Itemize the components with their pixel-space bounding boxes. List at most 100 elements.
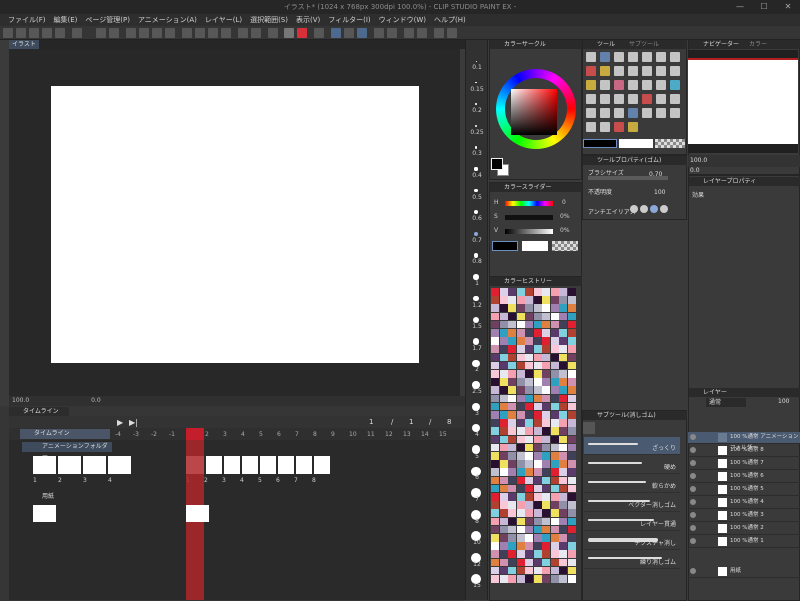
history-swatch[interactable] (567, 435, 576, 444)
history-swatch[interactable] (499, 575, 508, 583)
history-swatch[interactable] (567, 378, 576, 386)
history-swatch[interactable] (533, 304, 542, 313)
opacity-value[interactable]: 100 (654, 189, 665, 196)
color-settings-icon[interactable] (268, 28, 278, 38)
canvas-tab[interactable]: イラスト (9, 40, 39, 49)
history-swatch[interactable] (567, 501, 576, 509)
history-swatch[interactable] (516, 566, 525, 575)
history-swatch[interactable] (559, 378, 567, 386)
history-swatch[interactable] (516, 460, 525, 468)
history-swatch[interactable] (499, 509, 508, 518)
history-swatch[interactable] (508, 304, 516, 313)
brush-size-label[interactable]: 1.7 (466, 345, 488, 352)
history-swatch[interactable] (491, 353, 499, 362)
history-swatch[interactable] (499, 411, 508, 419)
history-swatch[interactable] (499, 484, 508, 493)
history-swatch[interactable] (559, 337, 567, 345)
history-swatch[interactable] (508, 550, 516, 559)
history-swatch[interactable] (542, 402, 550, 411)
history-swatch[interactable] (525, 558, 533, 567)
history-swatch[interactable] (550, 378, 559, 386)
tool-icon[interactable] (642, 66, 652, 76)
history-swatch[interactable] (533, 288, 542, 296)
history-swatch[interactable] (542, 345, 550, 354)
history-swatch[interactable] (516, 452, 525, 460)
history-swatch[interactable] (559, 542, 567, 550)
brush-size-label[interactable]: 0.8 (466, 258, 488, 265)
sub-tool-item[interactable]: ベクター消しゴム (584, 494, 680, 512)
history-swatch[interactable] (533, 427, 542, 436)
history-swatch[interactable] (491, 468, 499, 477)
frame-field-current[interactable]: 1 (369, 418, 373, 426)
history-swatch[interactable] (508, 361, 516, 370)
history-swatch[interactable] (525, 312, 533, 321)
history-swatch[interactable] (508, 427, 516, 436)
history-swatch[interactable] (508, 501, 516, 509)
brush-size-label[interactable]: 12 (466, 561, 488, 568)
paper-cell[interactable] (33, 505, 56, 522)
canvas-zoom[interactable]: 100.0 (12, 397, 29, 404)
history-swatch[interactable] (550, 493, 559, 501)
history-swatch[interactable] (508, 370, 516, 378)
history-swatch[interactable] (550, 419, 559, 427)
slider-s-value[interactable]: 0% (560, 213, 570, 220)
slider-v-value[interactable]: 0% (560, 227, 570, 234)
history-swatch[interactable] (516, 501, 525, 509)
history-swatch[interactable] (525, 534, 533, 542)
history-swatch[interactable] (567, 304, 576, 313)
history-swatch[interactable] (491, 493, 499, 501)
history-swatch[interactable] (559, 468, 567, 477)
history-swatch[interactable] (559, 345, 567, 354)
history-swatch[interactable] (542, 337, 550, 345)
tool-icon[interactable] (586, 66, 596, 76)
history-swatch[interactable] (533, 386, 542, 395)
slider-h-value[interactable]: 0 (562, 199, 566, 206)
history-swatch[interactable] (559, 361, 567, 370)
layer-property-tab[interactable]: レイヤープロパティ (689, 177, 800, 186)
play-icon[interactable]: ▶ (117, 418, 123, 427)
brush-size-label[interactable]: 6 (466, 474, 488, 481)
history-swatch[interactable] (550, 386, 559, 395)
history-swatch[interactable] (508, 534, 516, 542)
brush-size-label[interactable]: 8 (466, 518, 488, 525)
tool-icon[interactable] (628, 108, 638, 118)
history-swatch[interactable] (533, 484, 542, 493)
history-swatch[interactable] (516, 484, 525, 493)
timeline-name[interactable]: タイムライン (20, 429, 110, 439)
history-swatch[interactable] (508, 476, 516, 485)
fill-icon[interactable] (238, 28, 248, 38)
history-swatch[interactable] (567, 419, 576, 427)
history-swatch[interactable] (499, 337, 508, 345)
tool-main-color[interactable] (583, 139, 617, 148)
history-swatch[interactable] (542, 361, 550, 370)
history-swatch[interactable] (559, 353, 567, 362)
history-swatch[interactable] (533, 460, 542, 468)
history-swatch[interactable] (559, 476, 567, 485)
visibility-eye-icon[interactable] (690, 499, 696, 505)
frame-field-end[interactable]: 8 (447, 418, 451, 426)
history-swatch[interactable] (559, 443, 567, 452)
history-swatch[interactable] (508, 468, 516, 477)
history-swatch[interactable] (567, 345, 576, 354)
history-swatch[interactable] (525, 411, 533, 419)
menu-window[interactable]: ウィンドウ(W) (379, 15, 426, 25)
history-swatch[interactable] (542, 493, 550, 501)
history-swatch[interactable] (550, 460, 559, 468)
history-swatch[interactable] (559, 566, 567, 575)
history-swatch[interactable] (550, 345, 559, 354)
brush-size-label[interactable]: 10 (466, 539, 488, 546)
tool-icon[interactable] (656, 66, 666, 76)
history-swatch[interactable] (533, 361, 542, 370)
history-swatch[interactable] (491, 427, 499, 436)
history-swatch[interactable] (559, 558, 567, 567)
brush-size-label[interactable]: 0.1 (466, 64, 488, 71)
history-swatch[interactable] (499, 304, 508, 313)
brush-size-label[interactable]: 0.3 (466, 150, 488, 157)
history-swatch[interactable] (525, 566, 533, 575)
history-swatch[interactable] (567, 509, 576, 518)
history-swatch[interactable] (533, 509, 542, 518)
layer-row[interactable]: 100 %通常 3 (688, 510, 800, 522)
history-swatch[interactable] (508, 329, 516, 337)
history-swatch[interactable] (567, 370, 576, 378)
history-swatch[interactable] (567, 427, 576, 436)
